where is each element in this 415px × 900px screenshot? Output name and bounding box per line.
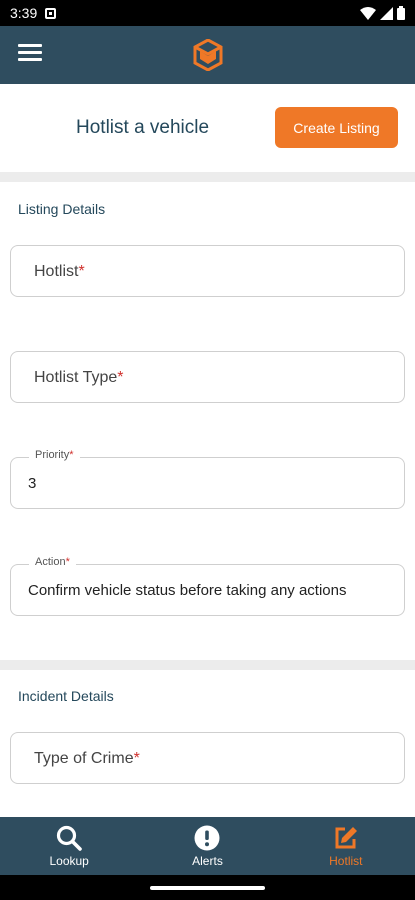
hotlist-field[interactable]: Hotlist* <box>10 245 405 297</box>
notification-icon <box>45 7 57 19</box>
priority-field[interactable]: Priority* 3 <box>10 449 405 509</box>
search-icon <box>57 825 82 851</box>
bottom-nav: Lookup Alerts Hotlist <box>0 817 415 875</box>
hotlist-placeholder: Hotlist* <box>34 263 85 280</box>
page-header: Hotlist a vehicle Create Listing <box>0 84 415 172</box>
section-divider <box>0 660 415 670</box>
battery-icon <box>397 6 405 20</box>
status-time: 3:39 <box>10 5 38 21</box>
section-divider <box>0 172 415 182</box>
nav-lookup-label: Lookup <box>49 853 89 868</box>
hotlist-type-placeholder: Hotlist Type* <box>34 369 124 386</box>
priority-value: 3 <box>28 475 37 492</box>
nav-lookup[interactable]: Lookup <box>0 817 138 875</box>
alert-icon <box>194 825 220 850</box>
app-bar <box>0 26 415 84</box>
status-icons <box>360 6 405 20</box>
action-value: Confirm vehicle status before taking any… <box>28 582 347 599</box>
signal-icon <box>380 6 393 20</box>
type-of-crime-placeholder: Type of Crime* <box>34 750 140 767</box>
action-field[interactable]: Action* Confirm vehicle status before ta… <box>10 556 405 616</box>
edit-icon <box>335 826 357 848</box>
wifi-icon <box>360 6 376 20</box>
incident-details-title: Incident Details <box>18 688 114 704</box>
priority-label: Priority* <box>29 449 80 461</box>
menu-icon[interactable] <box>18 44 42 64</box>
status-bar: 3:39 <box>0 0 415 26</box>
listing-details-title: Listing Details <box>18 201 106 217</box>
create-listing-button[interactable]: Create Listing <box>275 107 398 148</box>
nav-alerts-label: Alerts <box>192 853 223 868</box>
hotlist-type-field[interactable]: Hotlist Type* <box>10 351 405 403</box>
action-label: Action* <box>29 556 76 568</box>
app-logo-icon <box>193 39 222 71</box>
nav-hotlist[interactable]: Hotlist <box>277 817 415 875</box>
nav-alerts[interactable]: Alerts <box>138 817 276 875</box>
type-of-crime-field[interactable]: Type of Crime* <box>10 732 405 784</box>
nav-hotlist-label: Hotlist <box>329 853 363 868</box>
gesture-bar <box>0 875 415 900</box>
page-title: Hotlist a vehicle <box>76 117 210 138</box>
home-gesture-handle[interactable] <box>150 886 265 890</box>
